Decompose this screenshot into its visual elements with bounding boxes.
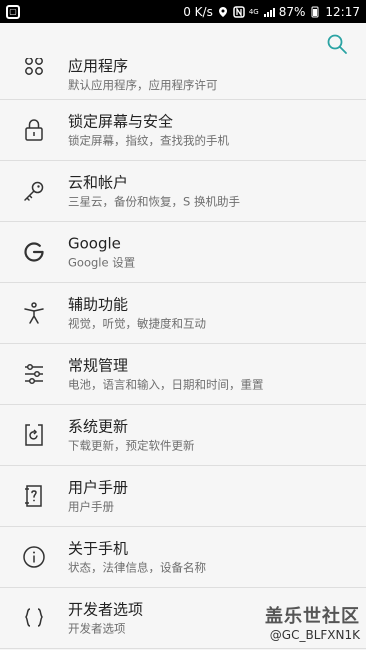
settings-item-subtitle: 开发者选项 (68, 621, 126, 636)
settings-item-texts: Google Google 设置 (68, 234, 135, 271)
settings-item-subtitle: 电池，语言和输入，日期和时间，重置 (68, 377, 264, 392)
status-left: ▢ (6, 4, 20, 19)
system-update-icon (25, 424, 43, 446)
sliders-icon (25, 363, 43, 385)
settings-item-title: 辅助功能 (68, 295, 129, 314)
google-icon (24, 242, 44, 262)
settings-item-apps[interactable]: 应用程序 默认应用程序，应用程序许可 (0, 48, 366, 100)
settings-item-texts: 开发者选项 开发者选项 (68, 600, 143, 637)
battery-percent: 87% (278, 4, 306, 19)
key-icon (24, 181, 44, 201)
manual-icon (25, 485, 42, 507)
braces-icon (25, 608, 43, 627)
settings-item-subtitle: 默认应用程序，应用程序许可 (68, 78, 218, 92)
network-type: 4G (248, 7, 259, 16)
settings-item-title: 系统更新 (68, 417, 129, 436)
settings-item-software-update[interactable]: 系统更新 下载更新，预定软件更新 (0, 405, 366, 466)
settings-item-texts: 关于手机 状态，法律信息，设备名称 (68, 539, 206, 576)
settings-item-texts: 系统更新 下载更新，预定软件更新 (68, 417, 195, 454)
clock: 12:17 (325, 4, 360, 19)
settings-item-subtitle: 用户手册 (68, 499, 114, 514)
settings-item-texts: 辅助功能 视觉，听觉，敏捷度和互动 (68, 295, 206, 332)
settings-item-texts: 应用程序 默认应用程序，应用程序许可 (68, 56, 218, 93)
app-notification-icon: ▢ (6, 4, 20, 19)
watermark-brand: 盖乐世社区 (265, 606, 360, 627)
watermark: 盖乐世社区 @GC_BLFXN1K (265, 602, 360, 642)
settings-item-title: 开发者选项 (68, 600, 144, 619)
settings-item-title: 用户手册 (68, 478, 129, 497)
settings-item-title: 常规管理 (68, 356, 129, 375)
settings-item-title: 应用程序 (68, 57, 129, 75)
watermark-handle: @GC_BLFXN1K (269, 628, 360, 642)
lock-icon (25, 119, 43, 141)
settings-item-texts: 云和帐户 三星云，备份和恢复，S 换机助手 (68, 173, 240, 210)
settings-item-lock-screen[interactable]: 锁定屏幕与安全 锁定屏幕，指纹，查找我的手机 (0, 100, 366, 161)
grid-icon (25, 58, 43, 75)
settings-item-title: 锁定屏幕与安全 (68, 112, 174, 131)
status-bar: ▢ 0 K/s 4G 87% 12:17 (0, 0, 366, 23)
settings-item-texts: 锁定屏幕与安全 锁定屏幕，指纹，查找我的手机 (68, 112, 229, 149)
settings-item-cloud-accounts[interactable]: 云和帐户 三星云，备份和恢复，S 换机助手 (0, 161, 366, 222)
settings-item-title: 云和帐户 (68, 173, 129, 192)
info-icon (23, 546, 45, 568)
battery-icon (311, 6, 319, 17)
nfc-icon (233, 5, 245, 18)
accessibility-icon (24, 302, 44, 324)
settings-item-general-management[interactable]: 常规管理 电池，语言和输入，日期和时间，重置 (0, 344, 366, 405)
settings-item-subtitle: 状态，法律信息，设备名称 (68, 560, 206, 575)
settings-item-texts: 用户手册 用户手册 (68, 478, 128, 515)
settings-item-subtitle: 视觉，听觉，敏捷度和互动 (68, 316, 206, 331)
signal-icon (263, 7, 275, 17)
settings-item-about-phone[interactable]: 关于手机 状态，法律信息，设备名称 (0, 527, 366, 588)
settings-list: 应用程序 默认应用程序，应用程序许可 锁定屏幕与安全 锁定屏幕，指纹，查找我的手… (0, 48, 366, 649)
settings-item-title: Google (68, 234, 121, 253)
settings-item-user-manual[interactable]: 用户手册 用户手册 (0, 466, 366, 527)
settings-item-title: 关于手机 (68, 539, 129, 558)
settings-item-subtitle: 下载更新，预定软件更新 (68, 438, 195, 453)
settings-item-google[interactable]: Google Google 设置 (0, 222, 366, 283)
settings-item-subtitle: Google 设置 (68, 255, 136, 270)
location-icon (218, 6, 227, 17)
settings-item-subtitle: 锁定屏幕，指纹，查找我的手机 (68, 133, 229, 148)
settings-item-subtitle: 三星云，备份和恢复，S 换机助手 (68, 194, 240, 209)
settings-item-texts: 常规管理 电池，语言和输入，日期和时间，重置 (68, 356, 264, 393)
status-right: 0 K/s 4G 87% 12:17 (183, 5, 360, 19)
settings-item-accessibility[interactable]: 辅助功能 视觉，听觉，敏捷度和互动 (0, 283, 366, 344)
network-speed: 0 K/s (183, 4, 213, 19)
